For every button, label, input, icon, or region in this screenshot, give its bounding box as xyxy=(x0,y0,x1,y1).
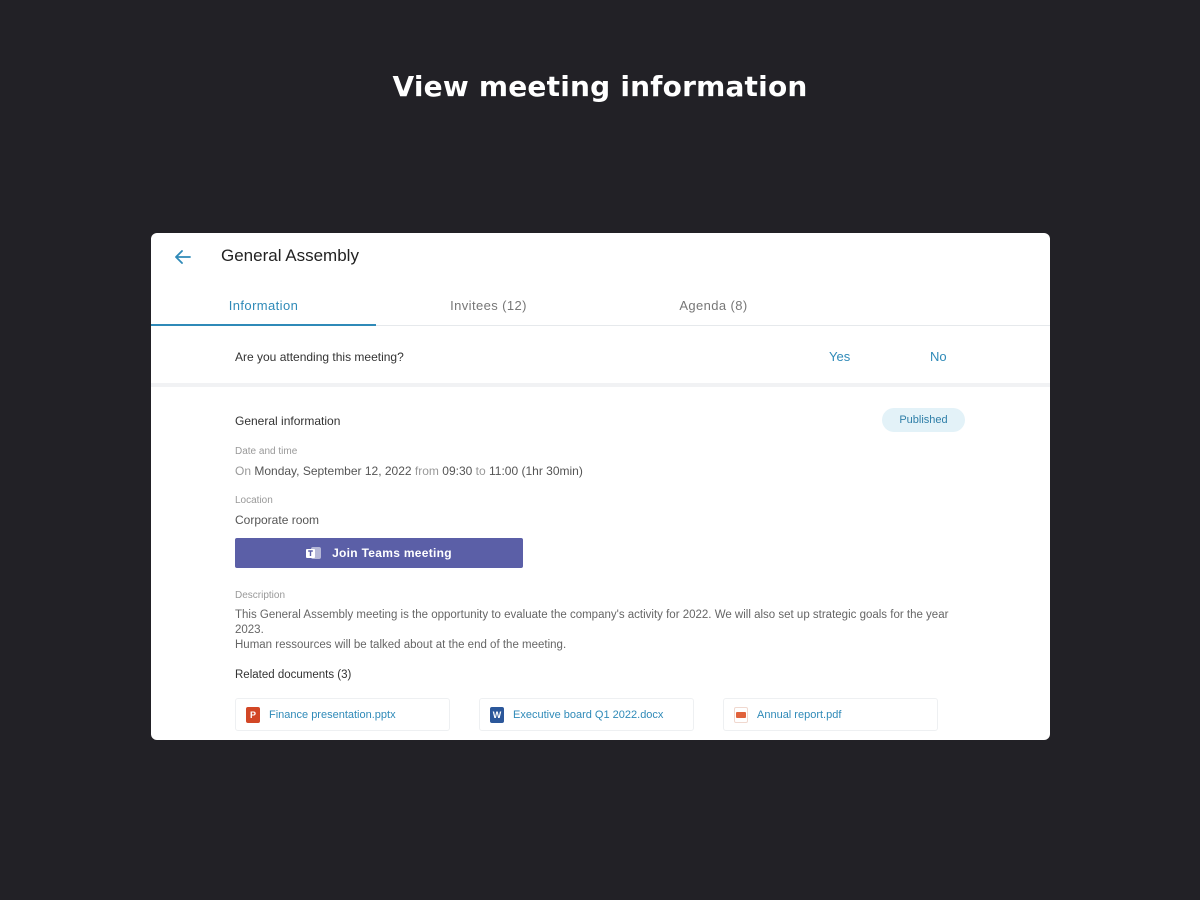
join-teams-label: Join Teams meeting xyxy=(332,546,452,560)
powerpoint-file-icon: P xyxy=(246,706,260,723)
date-value: Monday, September 12, 2022 xyxy=(254,464,412,478)
tab-information[interactable]: Information xyxy=(151,288,376,326)
tab-bar: Information Invitees (12) Agenda (8) xyxy=(151,288,1050,326)
from-word: from xyxy=(414,464,439,478)
top-bar: General Assembly xyxy=(151,233,1050,279)
location-value: Corporate room xyxy=(235,513,320,527)
attendance-bar: Are you attending this meeting? Yes No xyxy=(151,327,1050,387)
tab-agenda[interactable]: Agenda (8) xyxy=(601,288,826,326)
end-time: 11:00 xyxy=(489,464,519,478)
document-item[interactable]: Annual report.pdf xyxy=(723,698,938,731)
start-time: 09:30 xyxy=(442,464,473,478)
back-button[interactable] xyxy=(171,245,195,269)
description-text: This General Assembly meeting is the opp… xyxy=(235,608,975,653)
page-headline: View meeting information xyxy=(392,70,808,103)
date-time-value: On Monday, September 12, 2022 from 09:30… xyxy=(235,464,583,478)
pdf-file-icon xyxy=(734,706,748,723)
attend-no-button[interactable]: No xyxy=(930,349,947,364)
date-prefix: On xyxy=(235,464,252,478)
meeting-card: General Assembly Information Invitees (1… xyxy=(151,233,1050,740)
description-label: Description xyxy=(235,590,286,601)
to-word: to xyxy=(475,464,486,478)
attend-yes-button[interactable]: Yes xyxy=(829,349,850,364)
attendance-question: Are you attending this meeting? xyxy=(235,350,404,364)
description-line-1: This General Assembly meeting is the opp… xyxy=(235,609,949,636)
document-name: Executive board Q1 2022.docx xyxy=(513,708,664,721)
general-info-heading: General information xyxy=(235,414,341,428)
document-item[interactable]: W Executive board Q1 2022.docx xyxy=(479,698,694,731)
meeting-title: General Assembly xyxy=(221,246,359,265)
document-item[interactable]: P Finance presentation.pptx xyxy=(235,698,450,731)
document-name: Finance presentation.pptx xyxy=(269,708,396,721)
word-file-icon: W xyxy=(490,706,504,723)
document-name: Annual report.pdf xyxy=(757,708,842,721)
date-time-label: Date and time xyxy=(235,446,298,457)
duration: (1hr 30min) xyxy=(521,464,583,478)
location-label: Location xyxy=(235,495,273,506)
tab-invitees[interactable]: Invitees (12) xyxy=(376,288,601,326)
join-teams-button[interactable]: Join Teams meeting xyxy=(235,538,523,568)
teams-icon xyxy=(306,546,322,560)
description-line-2: Human ressources will be talked about at… xyxy=(235,639,567,651)
arrow-left-icon xyxy=(175,250,191,264)
status-badge: Published xyxy=(882,408,965,432)
related-documents-heading: Related documents (3) xyxy=(235,669,352,681)
